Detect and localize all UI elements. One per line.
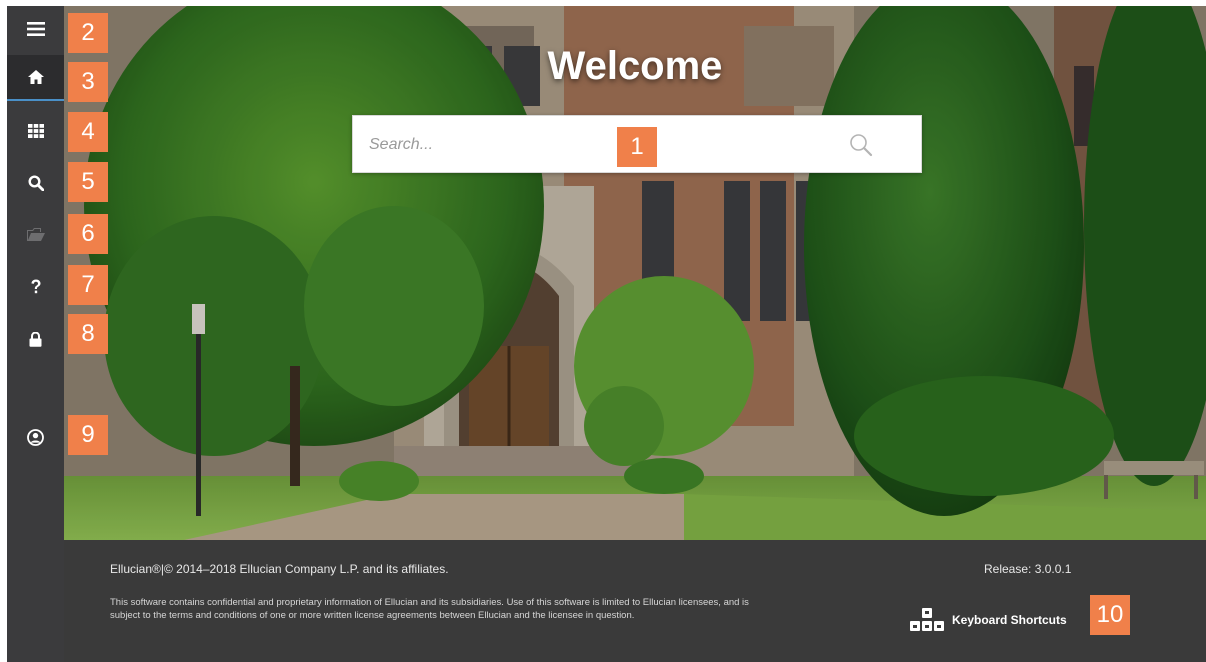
- sign-out-button[interactable]: [7, 316, 64, 362]
- menu-button[interactable]: [7, 6, 64, 52]
- folder-icon: [26, 228, 45, 241]
- app-frame: Welcome Ellucian®|© 2014–2018 Ellucian C…: [7, 6, 1206, 662]
- callout-8: 8: [68, 314, 108, 354]
- welcome-title: Welcome: [547, 44, 723, 88]
- callout-1: 1: [617, 127, 657, 167]
- legal-notice: This software contains confidential and …: [110, 597, 749, 621]
- help-button[interactable]: [7, 264, 64, 310]
- keyboard-icon: [910, 608, 944, 631]
- callout-5: 5: [68, 162, 108, 202]
- profile-button[interactable]: [7, 414, 64, 460]
- applications-button[interactable]: [7, 108, 64, 154]
- callout-10: 10: [1090, 595, 1130, 635]
- recently-opened-button[interactable]: [7, 212, 64, 258]
- question-icon: [31, 279, 40, 294]
- search-icon: [27, 175, 44, 191]
- hamburger-menu-icon: [26, 22, 45, 36]
- sidebar: [7, 6, 64, 662]
- grid-icon: [27, 124, 44, 138]
- home-button[interactable]: [7, 55, 64, 101]
- callout-7: 7: [68, 265, 108, 305]
- callout-4: 4: [68, 112, 108, 152]
- keyboard-shortcuts-label: Keyboard Shortcuts: [952, 613, 1067, 627]
- footer: Ellucian®|© 2014–2018 Ellucian Company L…: [64, 540, 1206, 662]
- hero-banner: Welcome: [64, 6, 1206, 540]
- search-nav-button[interactable]: [7, 160, 64, 206]
- lock-icon: [29, 331, 42, 347]
- callout-2: 2: [68, 13, 108, 53]
- copyright-text: Ellucian®|© 2014–2018 Ellucian Company L…: [110, 562, 449, 576]
- callout-6: 6: [68, 214, 108, 254]
- release-version: Release: 3.0.0.1: [984, 562, 1072, 576]
- keyboard-shortcuts-link[interactable]: Keyboard Shortcuts: [910, 606, 1067, 634]
- callout-3: 3: [68, 62, 108, 102]
- search-icon[interactable]: [847, 131, 875, 159]
- callout-9: 9: [68, 415, 108, 455]
- home-icon: [27, 70, 44, 84]
- user-circle-icon: [27, 428, 44, 446]
- search-input[interactable]: [369, 128, 839, 162]
